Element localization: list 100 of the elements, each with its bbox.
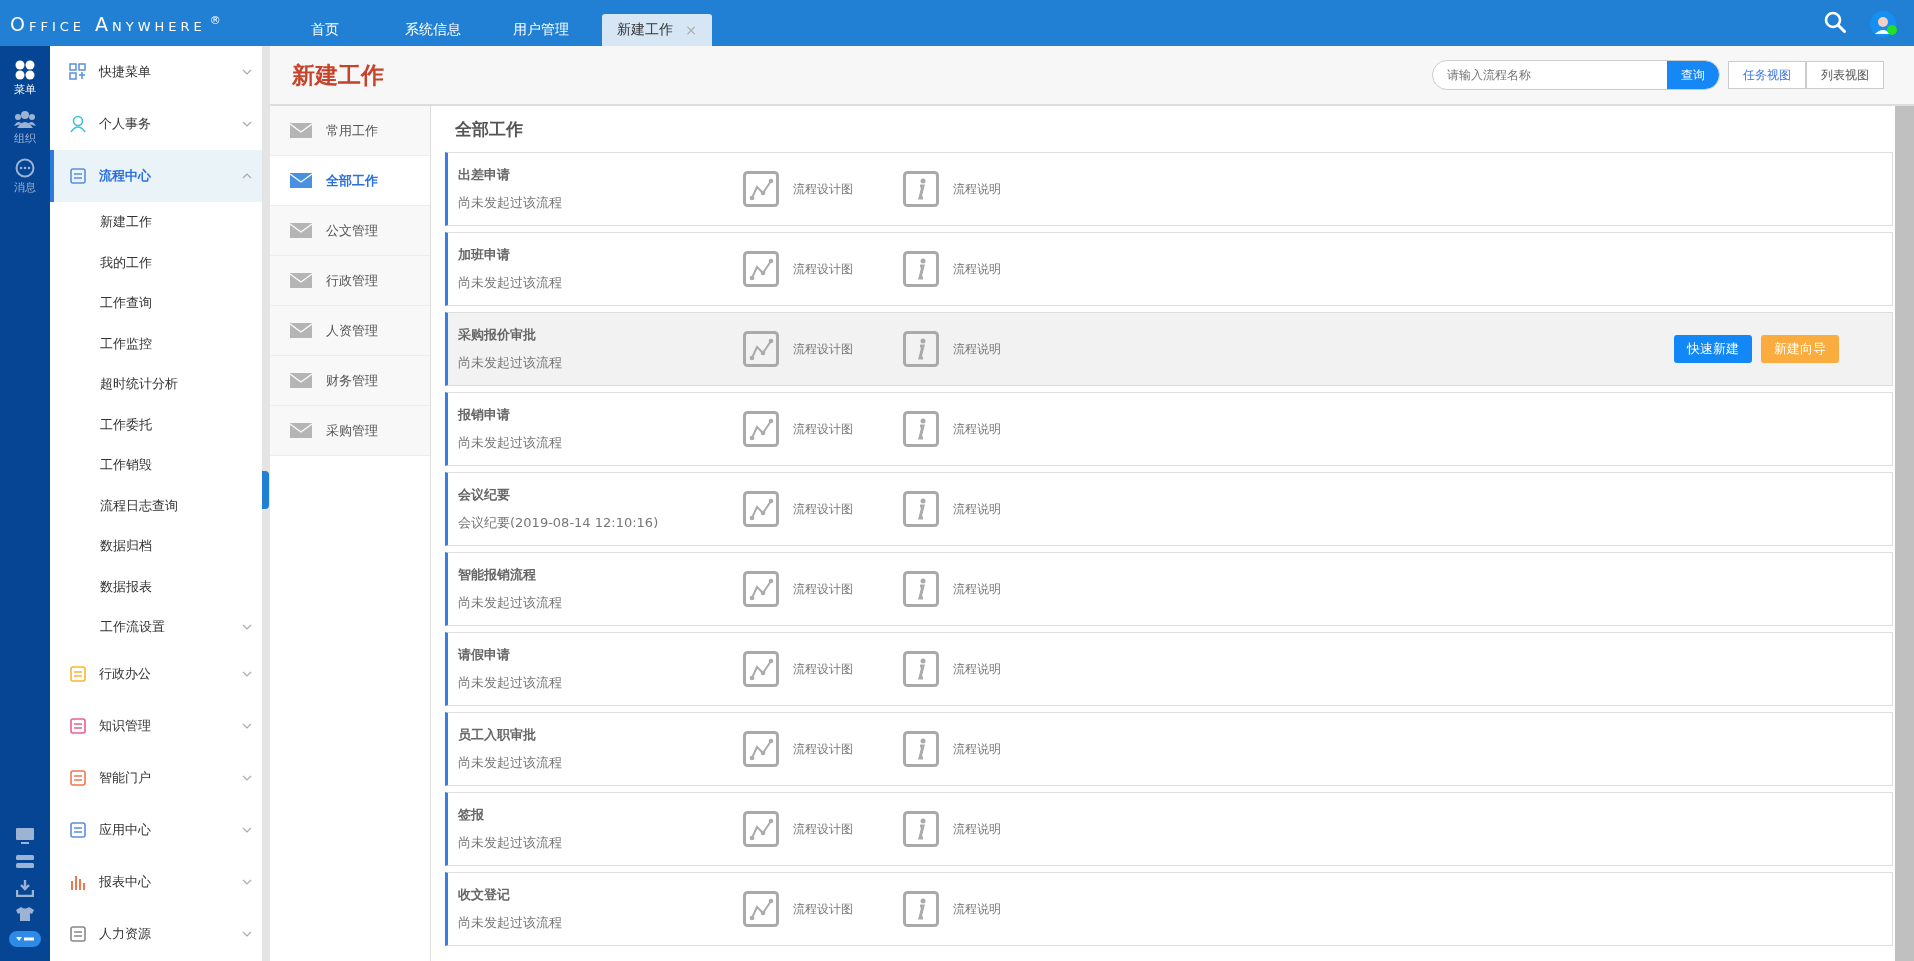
info-icon[interactable]	[903, 251, 939, 287]
category-tab[interactable]: 行政管理	[270, 256, 430, 306]
design-link[interactable]: 流程设计图	[793, 180, 903, 198]
submenu-item[interactable]: 数据报表	[50, 566, 262, 607]
design-link[interactable]: 流程设计图	[793, 900, 903, 918]
line-chart-icon[interactable]	[743, 731, 779, 767]
line-chart-icon[interactable]	[743, 251, 779, 287]
design-link[interactable]: 流程设计图	[793, 740, 903, 758]
line-chart-icon[interactable]	[743, 651, 779, 687]
info-icon[interactable]	[903, 491, 939, 527]
design-link[interactable]: 流程设计图	[793, 580, 903, 598]
description-link[interactable]: 流程说明	[953, 900, 1063, 918]
info-icon[interactable]	[903, 811, 939, 847]
submenu-item[interactable]: 数据归档	[50, 526, 262, 567]
description-link[interactable]: 流程说明	[953, 740, 1063, 758]
description-link[interactable]: 流程说明	[953, 580, 1063, 598]
view-toggle[interactable]: 任务视图	[1728, 61, 1806, 89]
shirt-icon[interactable]	[15, 906, 35, 922]
nav-tab[interactable]: 用户管理	[494, 14, 588, 46]
action-button[interactable]: 快速新建	[1674, 335, 1752, 363]
design-link[interactable]: 流程设计图	[793, 260, 903, 278]
info-icon[interactable]	[903, 411, 939, 447]
flow-card[interactable]: 智能报销流程 尚未发起过该流程 流程设计图 流程说明	[445, 552, 1893, 626]
info-icon[interactable]	[903, 571, 939, 607]
design-link[interactable]: 流程设计图	[793, 500, 903, 518]
description-link[interactable]: 流程说明	[953, 420, 1063, 438]
sidebar-item[interactable]: 快捷菜单	[50, 46, 262, 98]
monitor-icon[interactable]	[15, 827, 35, 845]
submenu-item[interactable]: 工作查询	[50, 283, 262, 324]
description-link[interactable]: 流程说明	[953, 500, 1063, 518]
category-tab[interactable]: 采购管理	[270, 406, 430, 456]
toggle-icon[interactable]	[9, 931, 41, 947]
submenu-item[interactable]: 工作委托	[50, 404, 262, 445]
flow-card[interactable]: 报销申请 尚未发起过该流程 流程设计图 流程说明	[445, 392, 1893, 466]
flow-card[interactable]: 加班申请 尚未发起过该流程 流程设计图 流程说明	[445, 232, 1893, 306]
flow-card[interactable]: 收文登记 尚未发起过该流程 流程设计图 流程说明	[445, 872, 1893, 946]
sidebar-item[interactable]: 行政办公	[50, 647, 262, 700]
line-chart-icon[interactable]	[743, 891, 779, 927]
submenu-item[interactable]: 工作监控	[50, 323, 262, 364]
sidebar-item[interactable]: 知识管理	[50, 699, 262, 752]
search-button[interactable]: 查询	[1667, 61, 1719, 89]
category-tab[interactable]: 常用工作	[270, 106, 430, 156]
search-field[interactable]: 请输入流程名称 查询	[1432, 60, 1720, 90]
flow-card[interactable]: 出差申请 尚未发起过该流程 流程设计图 流程说明	[445, 152, 1893, 226]
description-link[interactable]: 流程说明	[953, 340, 1063, 358]
category-tab[interactable]: 人资管理	[270, 306, 430, 356]
submenu-item[interactable]: 我的工作	[50, 242, 262, 283]
line-chart-icon[interactable]	[743, 491, 779, 527]
submenu-item[interactable]: 工作销毁	[50, 445, 262, 486]
line-chart-icon[interactable]	[743, 411, 779, 447]
avatar-icon[interactable]	[1870, 11, 1898, 37]
submenu-item[interactable]: 新建工作	[50, 202, 262, 243]
sidebar-item[interactable]: 个人事务	[50, 98, 262, 150]
chevron-icon	[242, 121, 252, 127]
design-link[interactable]: 流程设计图	[793, 420, 903, 438]
design-link[interactable]: 流程设计图	[793, 820, 903, 838]
info-icon[interactable]	[903, 891, 939, 927]
rail-item[interactable]: 菜单	[14, 60, 36, 97]
description-link[interactable]: 流程说明	[953, 180, 1063, 198]
flow-card[interactable]: 员工入职审批 尚未发起过该流程 流程设计图 流程说明	[445, 712, 1893, 786]
scrollbar[interactable]	[1895, 106, 1914, 961]
flow-card[interactable]: 采购报价审批 尚未发起过该流程 流程设计图 流程说明 快速新建 新建向导	[445, 312, 1893, 386]
nav-tab[interactable]: 新建工作 ×	[602, 14, 712, 46]
design-link[interactable]: 流程设计图	[793, 660, 903, 678]
submenu-item[interactable]: 工作流设置	[50, 607, 262, 648]
sidebar-item[interactable]: 智能门户	[50, 751, 262, 804]
flow-card[interactable]: 请假申请 尚未发起过该流程 流程设计图 流程说明	[445, 632, 1893, 706]
people-icon	[14, 109, 36, 129]
info-icon[interactable]	[903, 651, 939, 687]
sidebar-item[interactable]: 人力资源	[50, 907, 262, 960]
line-chart-icon[interactable]	[743, 811, 779, 847]
chevron-icon	[242, 69, 252, 75]
info-icon[interactable]	[903, 331, 939, 367]
flow-card[interactable]: 签报 尚未发起过该流程 流程设计图 流程说明	[445, 792, 1893, 866]
submenu-item[interactable]: 流程日志查询	[50, 485, 262, 526]
rail-item[interactable]: 组织	[14, 109, 36, 146]
sidebar-item[interactable]: 应用中心	[50, 803, 262, 856]
submenu-item[interactable]: 超时统计分析	[50, 364, 262, 405]
sidebar-item[interactable]: 报表中心	[50, 855, 262, 908]
category-tab[interactable]: 财务管理	[270, 356, 430, 406]
line-chart-icon[interactable]	[743, 171, 779, 207]
stack-icon[interactable]	[15, 854, 35, 870]
nav-tab[interactable]: 首页	[278, 14, 372, 46]
description-link[interactable]: 流程说明	[953, 820, 1063, 838]
category-tab[interactable]: 公文管理	[270, 206, 430, 256]
rail-item[interactable]: 消息	[14, 158, 36, 195]
nav-tab[interactable]: 系统信息	[386, 14, 480, 46]
search-icon[interactable]	[1824, 11, 1846, 33]
sidebar-item[interactable]: 流程中心	[50, 150, 262, 202]
line-chart-icon[interactable]	[743, 571, 779, 607]
collapse-handle[interactable]	[262, 471, 269, 509]
download-icon[interactable]	[16, 879, 34, 897]
flow-card[interactable]: 会议纪要 会议纪要(2019-08-14 12:10:16) 流程设计图 流程说明	[445, 472, 1893, 546]
info-icon[interactable]	[903, 731, 939, 767]
description-link[interactable]: 流程说明	[953, 260, 1063, 278]
description-link[interactable]: 流程说明	[953, 660, 1063, 678]
design-link[interactable]: 流程设计图	[793, 340, 903, 358]
view-toggle[interactable]: 列表视图	[1806, 61, 1884, 89]
info-icon[interactable]	[903, 171, 939, 207]
line-chart-icon[interactable]	[743, 331, 779, 367]
